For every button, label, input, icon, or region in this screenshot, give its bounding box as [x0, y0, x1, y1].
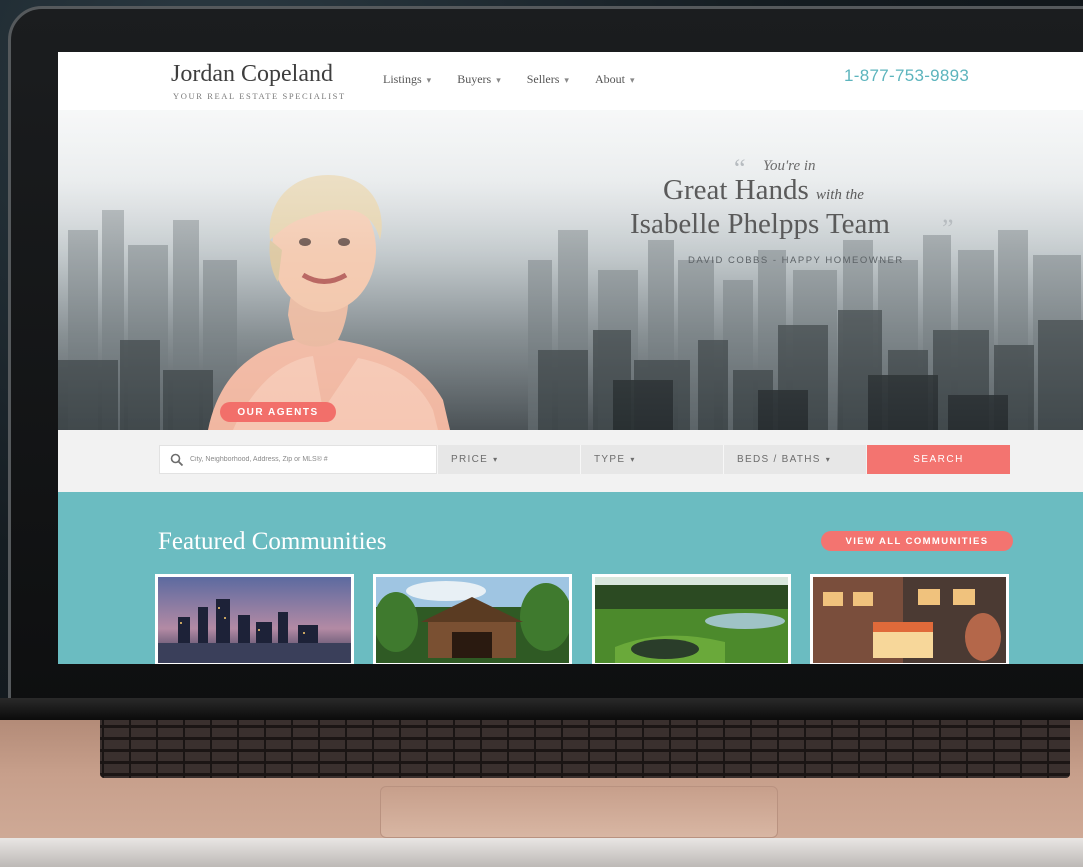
- our-agents-button[interactable]: OUR AGENTS: [220, 402, 336, 422]
- laptop-keyboard: [100, 716, 1070, 778]
- nav-item-buyers[interactable]: Buyers ▾: [457, 72, 501, 87]
- property-search-bar: PRICE ▾ TYPE ▾ BEDS / BATHS ▾ SEARCH: [58, 430, 1083, 492]
- quote-line-2-main: Great Hands: [663, 174, 809, 206]
- search-field[interactable]: [159, 445, 437, 474]
- filter-label: PRICE: [451, 454, 489, 465]
- quote-line-2: Great Hands with the: [663, 174, 864, 207]
- community-card-golf[interactable]: [592, 574, 791, 664]
- website-screen: Jordan Copeland YOUR REAL ESTATE SPECIAL…: [58, 52, 1083, 664]
- filter-label: BEDS / BATHS: [737, 454, 821, 465]
- quote-line-2-small: with the: [816, 187, 864, 203]
- storefronts-image: [813, 577, 1006, 663]
- community-card-skyline[interactable]: [155, 574, 354, 664]
- logo-name[interactable]: Jordan Copeland: [171, 61, 333, 88]
- quote-line-1: You're in: [763, 158, 816, 174]
- covered-bridge-image: [376, 577, 569, 663]
- chevron-down-icon: ▾: [426, 75, 432, 85]
- beds-baths-filter[interactable]: BEDS / BATHS ▾: [723, 445, 866, 474]
- chevron-down-icon: ▾: [630, 455, 636, 464]
- community-card-storefronts[interactable]: [810, 574, 1009, 664]
- community-card-bridge[interactable]: [373, 574, 572, 664]
- site-header: Jordan Copeland YOUR REAL ESTATE SPECIAL…: [58, 52, 1083, 110]
- chevron-down-icon: ▾: [493, 455, 499, 464]
- main-nav: Listings ▾ Buyers ▾ Sellers ▾ About ▾: [383, 72, 634, 87]
- featured-communities-section: Featured Communities VIEW ALL COMMUNITIE…: [58, 492, 1083, 664]
- chevron-down-icon: ▾: [629, 75, 635, 85]
- featured-title: Featured Communities: [158, 528, 387, 555]
- laptop-hinge: [0, 698, 1083, 720]
- laptop-front-edge: [0, 838, 1083, 867]
- view-all-communities-button[interactable]: VIEW ALL COMMUNITIES: [821, 531, 1013, 551]
- nav-item-sellers[interactable]: Sellers ▾: [527, 72, 569, 87]
- chevron-down-icon: ▾: [564, 75, 569, 85]
- quote-line-3: Isabelle Phelpps Team: [630, 208, 890, 240]
- nav-item-about[interactable]: About ▾: [595, 72, 635, 87]
- quote-author: DAVID COBBS - HAPPY HOMEOWNER: [688, 255, 904, 266]
- nav-item-listings[interactable]: Listings ▾: [383, 72, 431, 87]
- nav-label: Listings: [383, 72, 422, 86]
- city-skyline-image: [158, 577, 351, 663]
- quote-close-icon: ”: [942, 214, 954, 243]
- chevron-down-icon: ▾: [496, 75, 501, 85]
- search-input[interactable]: [190, 446, 430, 473]
- type-filter[interactable]: TYPE ▾: [580, 445, 723, 474]
- laptop-trackpad: [380, 786, 778, 838]
- price-filter[interactable]: PRICE ▾: [437, 445, 580, 474]
- hero-banner: “ You're in Great Hands with the Isabell…: [58, 110, 1083, 430]
- chevron-down-icon: ▾: [825, 455, 832, 464]
- phone-number[interactable]: 1-877-753-9893: [844, 66, 969, 86]
- nav-label: Buyers: [457, 72, 492, 86]
- golf-course-image: [595, 577, 788, 663]
- filter-label: TYPE: [594, 454, 626, 465]
- nav-label: Sellers: [526, 72, 560, 86]
- search-button[interactable]: SEARCH: [867, 445, 1010, 474]
- nav-label: About: [594, 72, 625, 86]
- search-icon: [170, 453, 184, 466]
- hero-haze: [58, 110, 1083, 430]
- logo-tagline: YOUR REAL ESTATE SPECIALIST: [173, 91, 346, 101]
